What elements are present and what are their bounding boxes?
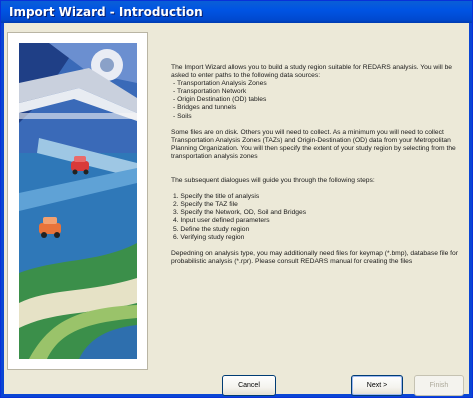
list-item: 3. Specify the Network, OD, Soil and Bri… (173, 209, 307, 217)
window-border-right (469, 23, 472, 397)
list-item: - Bridges and tunnels (173, 104, 237, 112)
finish-button[interactable]: Finish (414, 375, 464, 396)
import-wizard-window: Import Wizard - Introduction The Import … (0, 0, 473, 398)
intro-text-panel: The Import Wizard allows you to build a … (171, 64, 461, 266)
additional-files-paragraph: Depedning on analysis type, you may addi… (171, 249, 458, 265)
list-item: 6. Verifying study region (173, 233, 245, 241)
steps-list: 1. Specify the title of analysis 2. Spec… (173, 193, 461, 242)
steps-intro-paragraph: The subsequent dialogues will guide you … (171, 177, 375, 185)
list-item: 5. Define the study region (173, 225, 250, 233)
list-item: - Soils (173, 112, 192, 120)
title-bar[interactable]: Import Wizard - Introduction (1, 1, 472, 23)
wizard-illustration-panel (7, 32, 148, 370)
window-border-left (1, 23, 4, 397)
collection-paragraph: Some files are on disk. Others you will … (171, 128, 456, 160)
data-sources-list: - Transportation Analysis Zones - Transp… (173, 80, 461, 120)
list-item: 2. Specify the TAZ file (173, 201, 238, 209)
list-item: 1. Specify the title of analysis (173, 193, 260, 201)
list-item: - Origin Destination (OD) tables (173, 96, 267, 104)
wizard-illustration (19, 43, 137, 359)
list-item: - Transportation Analysis Zones (173, 80, 267, 88)
window-title: Import Wizard - Introduction (9, 5, 203, 19)
list-item: - Transportation Network (173, 88, 247, 96)
list-item: 4. Input user defined parameters (173, 217, 270, 225)
intro-paragraph: The Import Wizard allows you to build a … (171, 64, 453, 80)
cancel-button[interactable]: Cancel (222, 375, 276, 396)
road-cars-illustration-icon (19, 43, 137, 359)
next-button[interactable]: Next > (351, 375, 403, 396)
